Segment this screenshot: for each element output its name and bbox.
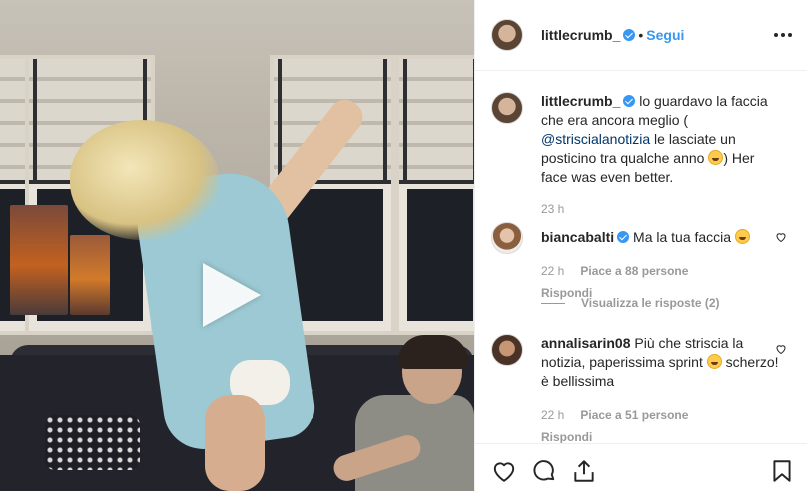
- post-header: littlecrumb_ • Segui: [475, 0, 807, 71]
- comment-like-heart-icon[interactable]: [775, 342, 787, 355]
- video-girl-leg: [205, 395, 265, 491]
- play-icon[interactable]: [203, 263, 261, 327]
- comment-timestamp[interactable]: 22 h: [541, 264, 564, 278]
- follow-button[interactable]: Segui: [646, 27, 684, 43]
- verified-badge-icon: [623, 29, 636, 41]
- video-pillow: [45, 415, 140, 470]
- view-replies-button[interactable]: Visualizza le risposte (2): [541, 296, 720, 310]
- comment-like-heart-icon[interactable]: [775, 230, 787, 243]
- post-video[interactable]: [0, 0, 474, 491]
- replies-divider-line: [541, 303, 565, 305]
- post-action-bar: [475, 443, 807, 491]
- caption-timestamp[interactable]: 23 h: [541, 200, 781, 219]
- video-woman-hair: [398, 335, 468, 369]
- post-author-line: littlecrumb_ • Segui: [541, 27, 684, 43]
- comment-username[interactable]: biancabalti: [541, 229, 614, 245]
- post-author-username[interactable]: littlecrumb_: [541, 27, 620, 43]
- comment-body: biancabalti Ma la tua faccia 22 h Piace a…: [541, 228, 781, 303]
- emoji-icon: [708, 150, 724, 165]
- comment-likes-count[interactable]: Piace a 88 persone: [580, 264, 688, 278]
- video-tv-glow: [70, 235, 110, 315]
- view-replies-label: Visualizza le risposte (2): [581, 296, 720, 310]
- emoji-icon: [734, 229, 750, 244]
- comment-timestamp[interactable]: 22 h: [541, 408, 564, 422]
- reply-button[interactable]: Rispondi: [541, 428, 781, 443]
- video-girl-hair: [70, 120, 220, 240]
- separator-dot: •: [638, 27, 644, 43]
- emoji-icon: [706, 354, 722, 369]
- verified-badge-icon: [623, 95, 636, 107]
- bookmark-icon[interactable]: [769, 458, 795, 484]
- post-sidebar: littlecrumb_ • Segui littlecrumb_ lo guard…: [474, 0, 807, 491]
- avatar[interactable]: [491, 19, 523, 51]
- verified-badge-icon: [617, 231, 630, 243]
- comment-meta: 22 h Piace a 51 persone Rispondi: [541, 406, 781, 443]
- comment-username[interactable]: annalisarin08: [541, 335, 631, 351]
- avatar[interactable]: [491, 222, 523, 254]
- caption-username[interactable]: littlecrumb_: [541, 93, 620, 109]
- avatar[interactable]: [491, 92, 523, 124]
- video-window-far-right: [395, 55, 474, 335]
- comment-body: annalisarin08 Più che striscia la notizi…: [541, 334, 781, 443]
- comment-likes-count[interactable]: Piace a 51 persone: [580, 408, 688, 422]
- comment-text: Ma la tua faccia: [633, 229, 732, 245]
- heart-icon[interactable]: [491, 458, 517, 484]
- share-icon[interactable]: [571, 458, 597, 484]
- comments-list: littlecrumb_ lo guardavo la faccia che e…: [475, 71, 807, 443]
- avatar[interactable]: [491, 334, 523, 366]
- caption-body: littlecrumb_ lo guardavo la faccia che e…: [541, 92, 781, 219]
- comment-icon[interactable]: [531, 458, 557, 484]
- caption-mention-link[interactable]: @striscialanotizia: [541, 131, 650, 147]
- more-icon[interactable]: [774, 26, 792, 44]
- video-tv-glow: [10, 205, 68, 315]
